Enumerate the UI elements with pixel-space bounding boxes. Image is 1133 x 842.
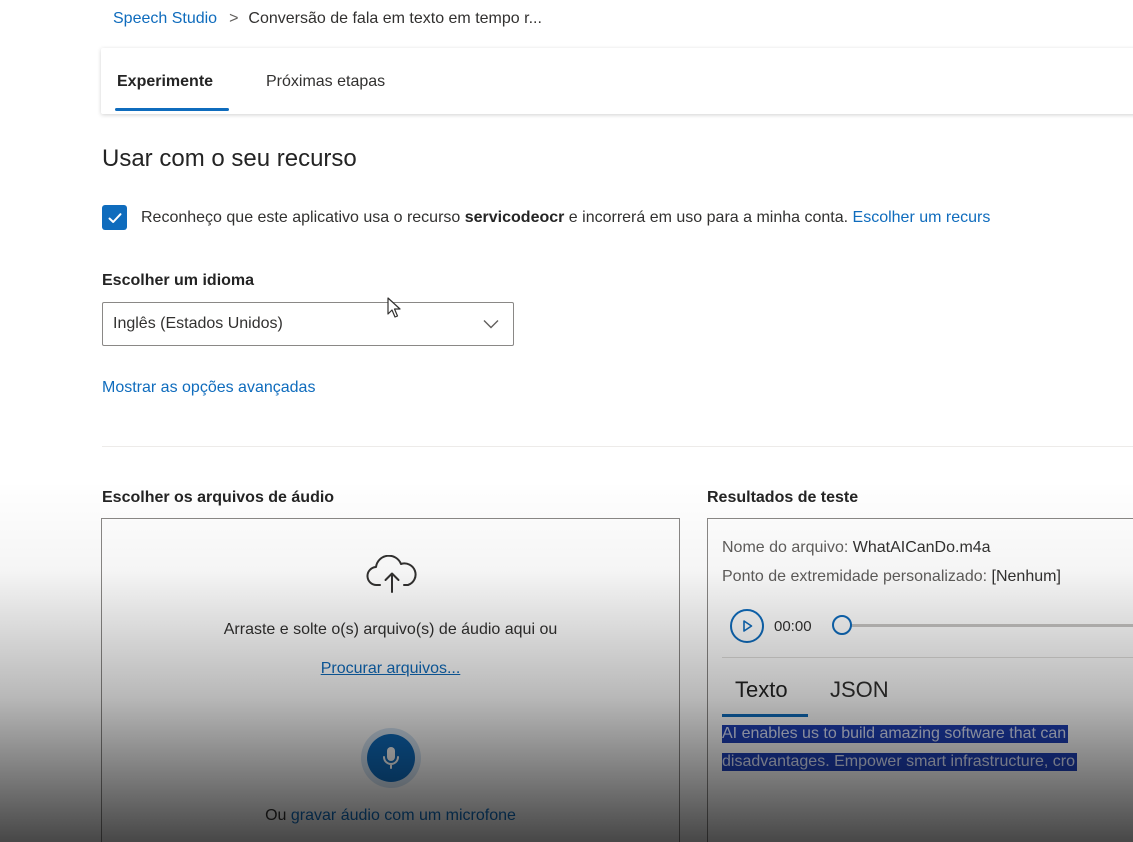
record-audio-link[interactable]: gravar áudio com um microfone: [291, 807, 516, 824]
language-dropdown[interactable]: Inglês (Estados Unidos): [102, 302, 514, 346]
file-name-value: WhatAICanDo.m4a: [852, 539, 991, 556]
audio-drop-zone[interactable]: Arraste e solte o(s) arquivo(s) de áudio…: [101, 518, 680, 842]
language-selected-value: Inglês (Estados Unidos): [113, 315, 283, 332]
results-tab-indicator: [722, 714, 808, 717]
resource-name: servicodeocr: [464, 208, 565, 226]
breadcrumb-current-page: Conversão de fala em texto em tempo r...: [248, 10, 542, 27]
checkmark-icon: [108, 212, 121, 223]
active-tab-indicator: [115, 108, 229, 111]
endpoint-value: [Nenhum]: [991, 568, 1061, 585]
endpoint-label: Ponto de extremidade personalizado:: [722, 568, 992, 585]
file-name-label: Nome do arquivo:: [722, 539, 853, 556]
results-divider: [722, 657, 1133, 658]
language-label: Escolher um idioma: [102, 272, 255, 289]
chevron-down-icon: [483, 320, 499, 329]
playback-slider-thumb[interactable]: [832, 615, 852, 635]
test-results-label: Resultados de teste: [707, 489, 859, 506]
acknowledge-checkbox[interactable]: [102, 205, 127, 230]
tab-texto[interactable]: Texto: [735, 677, 788, 703]
play-icon: [743, 620, 753, 632]
audio-player: 00:00: [730, 609, 812, 643]
play-button[interactable]: [730, 609, 764, 643]
advanced-options-link[interactable]: Mostrar as opções avançadas: [102, 379, 315, 397]
browse-files-link[interactable]: Procurar arquivos...: [102, 660, 679, 678]
transcript-line-2: disadvantages. Empower smart infrastruct…: [722, 753, 1078, 771]
file-name-line: Nome do arquivo: WhatAICanDo.m4a: [722, 539, 991, 557]
tab-experimente[interactable]: Experimente: [117, 73, 213, 91]
test-results-panel: Nome do arquivo: WhatAICanDo.m4a Ponto d…: [707, 518, 1133, 842]
choose-resource-link[interactable]: Escolher um recurs: [853, 209, 991, 227]
playback-time: 00:00: [774, 617, 812, 635]
playback-track[interactable]: [836, 624, 1133, 627]
breadcrumb: Speech Studio > Conversão de fala em tex…: [113, 10, 542, 28]
transcript-line-1: AI enables us to build amazing software …: [722, 725, 1069, 743]
audio-files-label: Escolher os arquivos de áudio: [102, 489, 335, 506]
acknowledge-text-prefix: Reconheço que este aplicativo usa o recu…: [141, 208, 465, 226]
endpoint-line: Ponto de extremidade personalizado: [Nen…: [722, 568, 1061, 586]
tab-bar: Experimente Próximas etapas: [101, 48, 1133, 114]
breadcrumb-speech-studio-link[interactable]: Speech Studio: [113, 10, 217, 28]
microphone-icon: [383, 747, 399, 769]
page-section-title: Usar com o seu recurso: [102, 145, 357, 172]
mouse-cursor-icon: [387, 297, 401, 318]
record-microphone-button[interactable]: [367, 734, 415, 782]
acknowledge-text-suffix: e incorrerá em uso para a minha conta.: [564, 208, 853, 226]
record-prefix: Ou: [265, 807, 291, 824]
breadcrumb-separator: >: [229, 10, 239, 27]
cloud-upload-icon: [366, 555, 417, 593]
tab-proximas-etapas[interactable]: Próximas etapas: [266, 73, 385, 91]
tab-json[interactable]: JSON: [830, 677, 889, 703]
drag-drop-text: Arraste e solte o(s) arquivo(s) de áudio…: [223, 621, 558, 638]
record-audio-text: Ou gravar áudio com um microfone: [102, 807, 679, 825]
acknowledgement-row: Reconheço que este aplicativo usa o recu…: [102, 205, 990, 230]
section-divider: [102, 446, 1133, 447]
